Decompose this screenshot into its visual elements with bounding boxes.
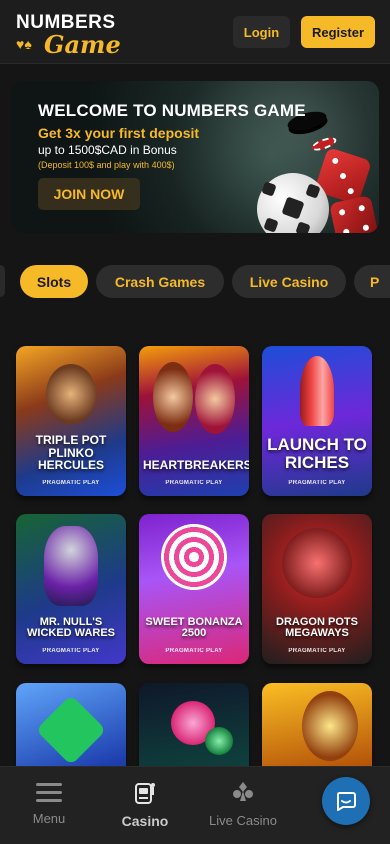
game-provider: PRAGMATIC PLAY <box>42 480 100 486</box>
game-tile[interactable]: LAUNCH TO RICHES PRAGMATIC PLAY <box>262 346 372 496</box>
lollipop-figure <box>161 524 227 590</box>
nav-live-label: Live Casino <box>209 813 277 828</box>
banner-bonus-line: up to 1500$CAD in Bonus <box>38 143 177 157</box>
login-button[interactable]: Login <box>233 16 290 48</box>
tab-scroll-edge <box>0 265 5 297</box>
wizard-figure <box>44 526 98 606</box>
dragon-figure <box>282 528 352 598</box>
game-tile[interactable]: SWEET BONANZA 2500 PRAGMATIC PLAY <box>139 514 249 664</box>
banner-title: WELCOME TO NUMBERS GAME <box>38 101 306 120</box>
nav-casino[interactable]: Casino <box>100 779 190 829</box>
game-tile[interactable]: MR. NULL'S WICKED WARES PRAGMATIC PLAY <box>16 514 126 664</box>
tab-partial[interactable]: P <box>354 265 390 298</box>
game-provider: PRAGMATIC PLAY <box>288 648 346 654</box>
cards-suits-icon <box>233 782 253 801</box>
characters-figure <box>153 362 193 432</box>
fisherman-figure <box>302 691 358 761</box>
game-tile[interactable]: TRIPLE POT PLINKO HERCULES PRAGMATIC PLA… <box>16 346 126 496</box>
game-title: SWEET BONANZA 2500 <box>145 615 243 640</box>
game-provider: PRAGMATIC PLAY <box>165 480 223 486</box>
nav-live-casino[interactable]: Live Casino <box>198 779 288 828</box>
chat-icon <box>336 792 356 811</box>
game-art <box>139 346 249 496</box>
hercules-figure <box>46 364 96 424</box>
rocket-figure <box>300 356 334 426</box>
game-title: TRIPLE POT PLINKO HERCULES <box>35 433 107 473</box>
nav-casino-label: Casino <box>121 813 169 829</box>
logo-bottom-text: Game <box>44 30 121 59</box>
register-button[interactable]: Register <box>301 16 375 48</box>
banner-note: (Deposit 100$ and play with 400$) <box>38 160 175 170</box>
hamburger-icon <box>36 783 62 803</box>
tab-slots[interactable]: Slots <box>20 265 88 298</box>
banner-subtitle: Get 3x your first deposit <box>38 125 200 141</box>
game-title: LAUNCH TO RICHES <box>267 435 367 473</box>
category-tabs: Slots Crash Games Live Casino P <box>0 262 390 302</box>
heart-spade-icon: ♥♠ <box>16 36 32 52</box>
characters-figure <box>195 364 235 434</box>
join-now-button[interactable]: JOIN NOW <box>38 178 140 210</box>
slot-machine-icon <box>135 783 155 804</box>
nav-menu[interactable]: Menu <box>4 779 94 826</box>
game-tile[interactable]: HEARTBREAKERS PRAGMATIC PLAY <box>139 346 249 496</box>
game-title: HEARTBREAKERS <box>143 458 249 473</box>
chat-button[interactable] <box>322 777 370 825</box>
header: NUMBERS ♥♠ Game Login Register <box>0 0 390 64</box>
game-title: DRAGON POTS MEGAWAYS <box>276 615 358 640</box>
nav-menu-label: Menu <box>32 811 66 826</box>
welcome-banner[interactable]: WELCOME TO NUMBERS GAME Get 3x your firs… <box>11 81 379 233</box>
green-creature-figure <box>205 727 233 755</box>
game-title: MR. NULL'S WICKED WARES <box>27 615 115 640</box>
numbers-game-logo[interactable]: NUMBERS ♥♠ Game <box>16 12 126 59</box>
tab-crash-games[interactable]: Crash Games <box>96 265 224 298</box>
game-tile[interactable]: DRAGON POTS MEGAWAYS PRAGMATIC PLAY <box>262 514 372 664</box>
game-provider: PRAGMATIC PLAY <box>288 480 346 486</box>
game-provider: PRAGMATIC PLAY <box>42 648 100 654</box>
game-provider: PRAGMATIC PLAY <box>165 648 223 654</box>
tab-live-casino[interactable]: Live Casino <box>232 265 346 298</box>
